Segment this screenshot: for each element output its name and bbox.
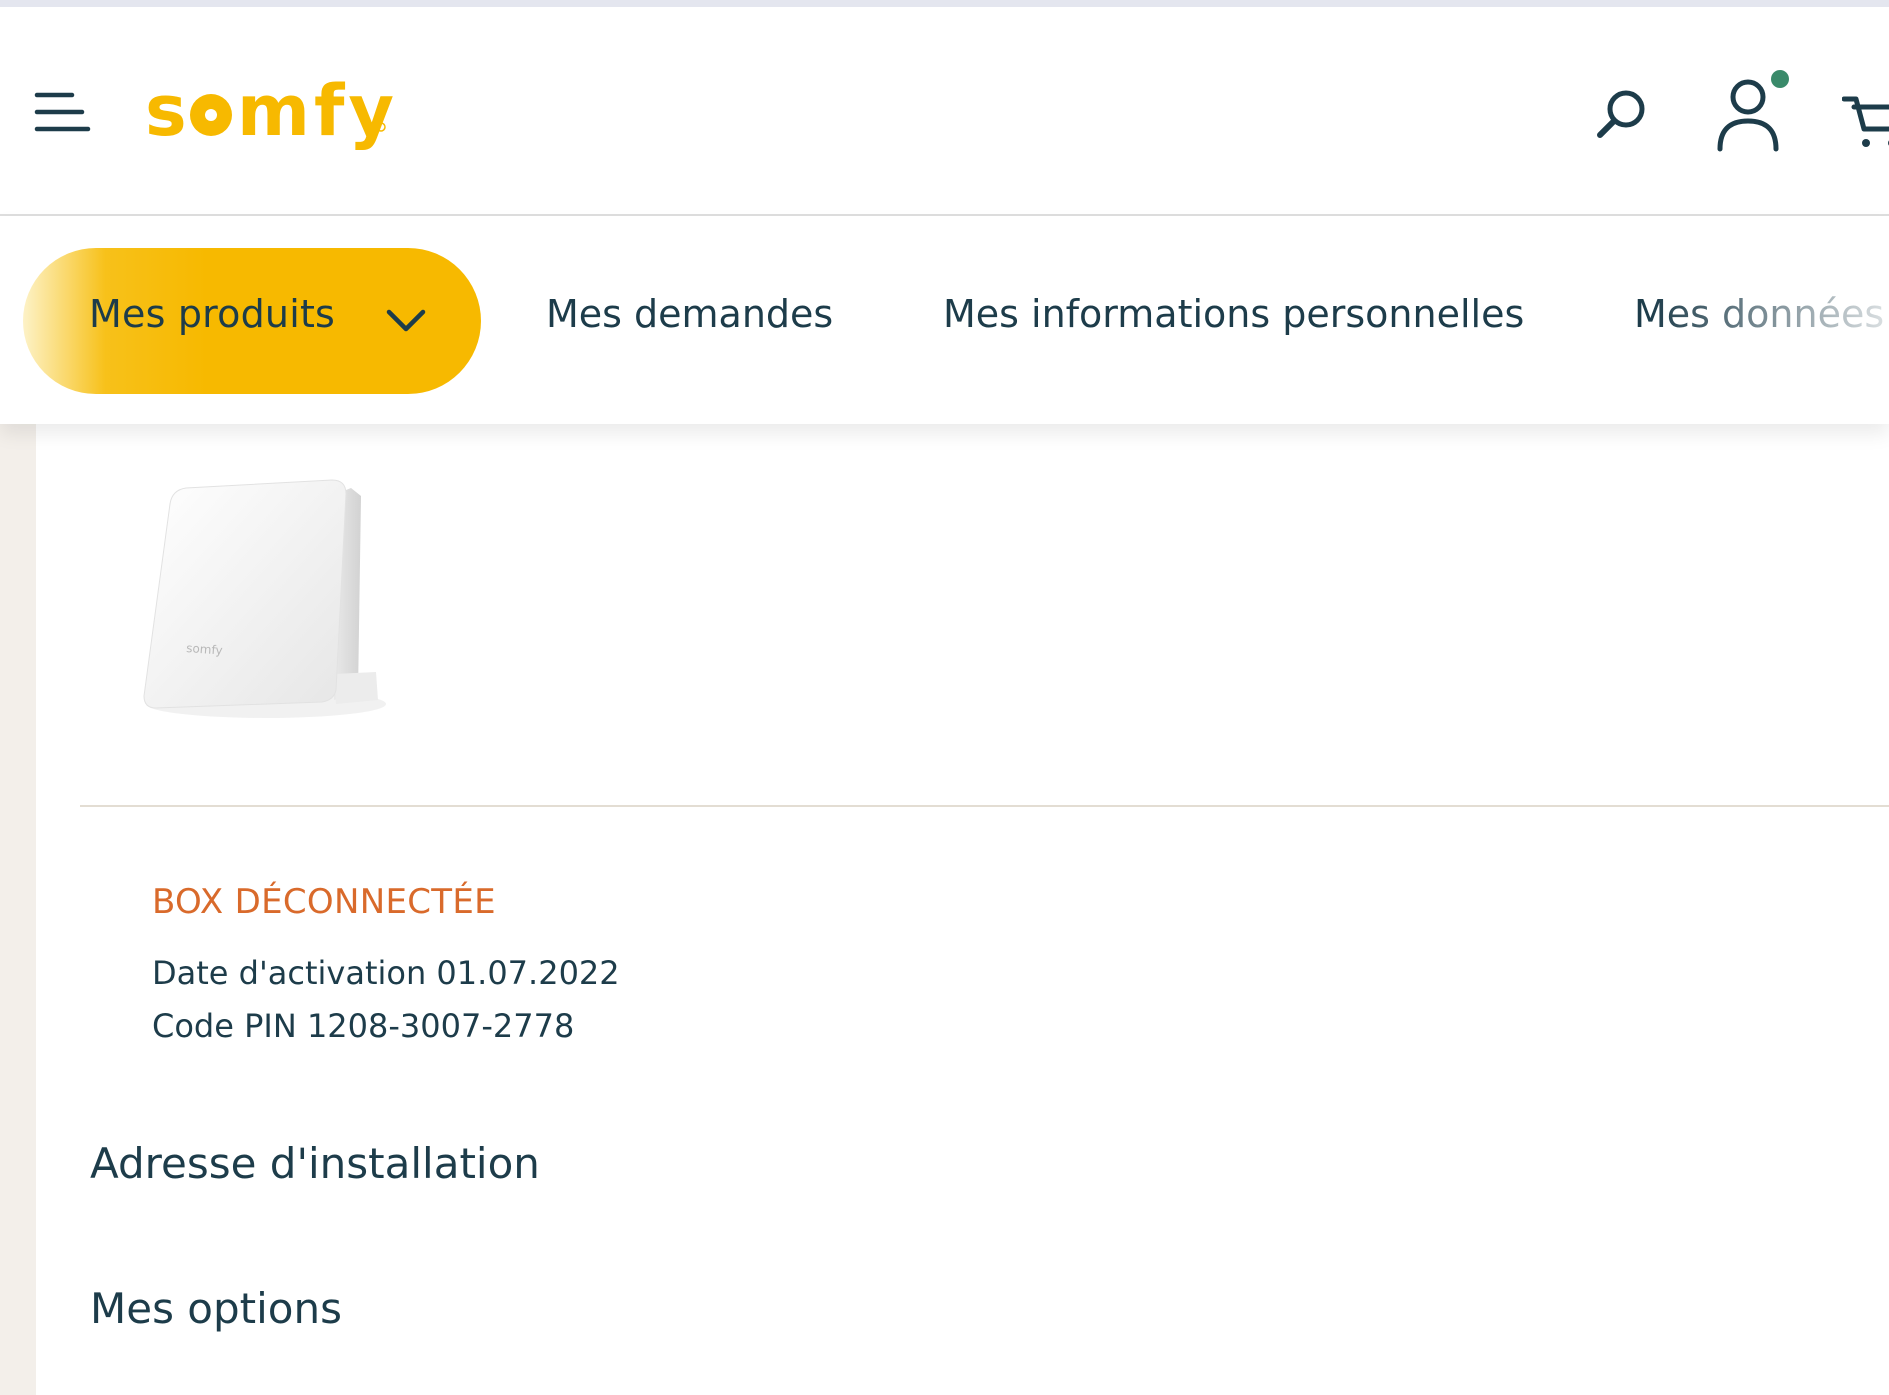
menu-icon[interactable] xyxy=(34,89,92,135)
cart-icon[interactable] xyxy=(1842,91,1889,151)
pin-code-label: Code PIN xyxy=(152,1007,297,1045)
tab-mes-informations-personnelles[interactable]: Mes informations personnelles xyxy=(943,292,1524,336)
account-icon[interactable] xyxy=(1712,69,1792,153)
installation-address-section[interactable]: Adresse d'installation xyxy=(90,1139,540,1188)
chevron-down-icon xyxy=(386,309,426,332)
page: s mfy Mes produits Mes demandes Mes info… xyxy=(0,0,1889,1395)
header: s mfy xyxy=(0,7,1889,216)
divider xyxy=(80,805,1889,807)
pin-code-value: 1208-3007-2778 xyxy=(306,1007,575,1045)
tab-mes-produits-label: Mes produits xyxy=(89,292,336,336)
activation-date-row: Date d'activation 01.07.2022 xyxy=(152,954,620,992)
my-options-section[interactable]: Mes options xyxy=(90,1284,342,1333)
activation-date-label: Date d'activation xyxy=(152,954,427,992)
svg-text:s: s xyxy=(145,70,191,152)
notification-dot-icon xyxy=(1771,70,1789,88)
svg-text:somfy: somfy xyxy=(186,641,223,658)
account-nav: Mes produits Mes demandes Mes informatio… xyxy=(0,216,1889,424)
search-icon[interactable] xyxy=(1594,87,1650,143)
product-card: somfy BOX DÉCONNECTÉE Date d'activation … xyxy=(36,424,1889,1395)
tab-mes-demandes[interactable]: Mes demandes xyxy=(546,292,833,336)
tab-mes-produits[interactable]: Mes produits xyxy=(23,248,481,394)
pin-code-row: Code PIN 1208-3007-2778 xyxy=(152,1007,574,1045)
top-border xyxy=(0,0,1889,7)
status-badge: BOX DÉCONNECTÉE xyxy=(152,882,496,922)
somfy-logo[interactable]: s mfy xyxy=(145,65,395,155)
tab-mes-donnees[interactable]: Mes données xyxy=(1634,292,1884,336)
left-strip xyxy=(0,424,36,1395)
product-image: somfy xyxy=(143,479,386,718)
activation-date-value: 01.07.2022 xyxy=(436,954,620,992)
svg-text:mfy: mfy xyxy=(237,70,395,152)
